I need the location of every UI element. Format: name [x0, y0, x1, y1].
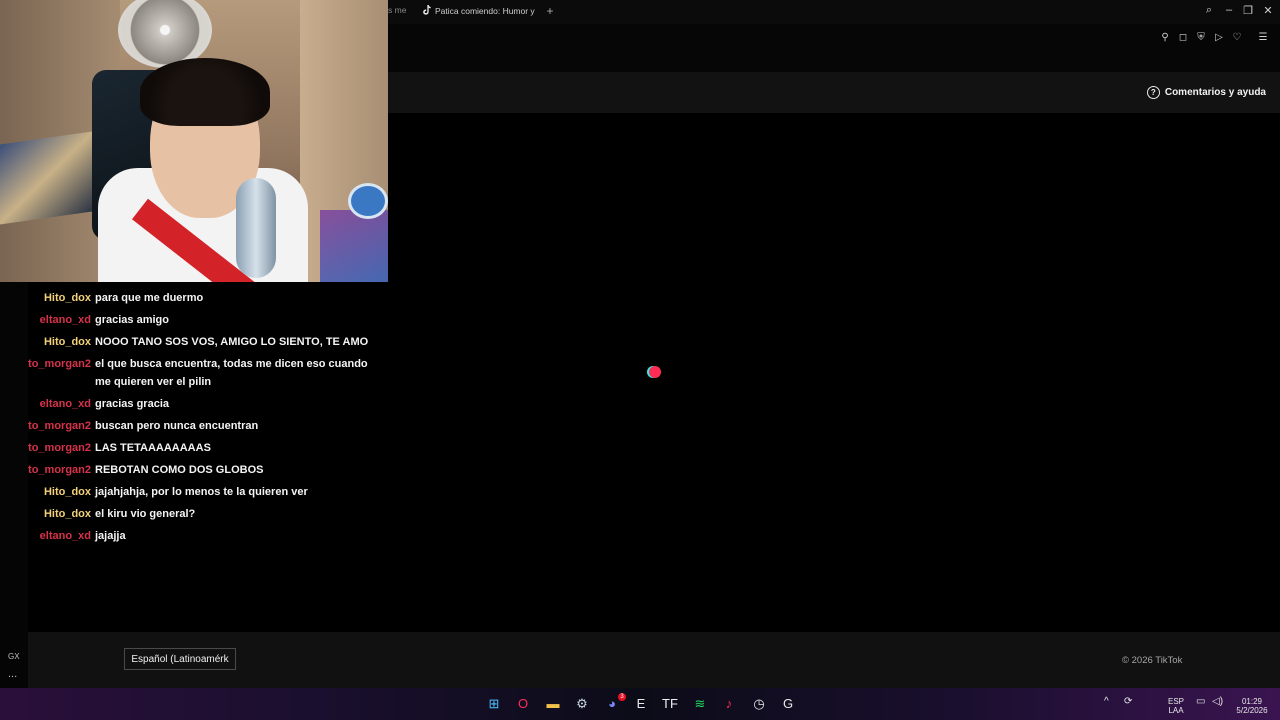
chat-text: gracias amigo [95, 314, 169, 326]
chevron-up-icon[interactable]: ^ [1104, 697, 1109, 707]
volume-icon[interactable]: ◁) [1212, 697, 1223, 707]
chat-username: Hito_dox [43, 292, 91, 304]
clock-app-icon[interactable]: ◷ [749, 694, 769, 714]
help-label: Comentarios y ayuda [1164, 87, 1266, 98]
restore-icon[interactable]: ❐ [1240, 4, 1256, 17]
chat-message: incuto_morgan2 el que busca encuentra, to… [0, 353, 388, 393]
close-icon[interactable]: ✕ [1260, 4, 1276, 17]
browser-tab-tiktok[interactable]: Patica comiendo: Humor y [422, 5, 537, 16]
tiktok-tab-icon [423, 5, 431, 15]
chat-message: Hito_dox para que me duermo [0, 287, 388, 309]
webcam-overlay [0, 0, 388, 282]
question-icon: ? [1146, 86, 1160, 99]
chat-overlay: Hito_dox para que me duermo eltano_xd graci… [0, 287, 388, 547]
chat-text: el que busca encuentra, todas me dicen e… [95, 358, 368, 388]
minimize-icon[interactable]: – [1221, 4, 1237, 16]
language-select[interactable]: Español (Latinoamérk [124, 648, 236, 670]
opera-gx-icon[interactable]: O [513, 694, 533, 714]
rgb-light [320, 210, 388, 282]
chat-username: eltano_xd [39, 398, 91, 410]
lang-top: ESP [1168, 697, 1185, 706]
tiktok-icon[interactable]: ♪ [719, 694, 739, 714]
microphone [236, 178, 276, 278]
clock[interactable]: 01:29 5/2/2026 [1232, 697, 1272, 715]
chat-username: Hito_dox [43, 486, 91, 498]
logitech-icon[interactable]: G [778, 694, 798, 714]
clock-date: 5/2/2026 [1236, 706, 1268, 715]
spotify-icon[interactable]: ≋ [690, 694, 710, 714]
chat-text: buscan pero nunca encuentran [95, 420, 259, 432]
search-icon[interactable]: ⌕ [1201, 4, 1217, 17]
chat-text: jajahjahja, por lo menos te la quieren v… [95, 486, 308, 498]
heart-icon[interactable]: ♡ [1230, 32, 1244, 43]
chat-message: eltano_xd gracias amigo [0, 309, 388, 331]
lang-bottom: LAA [1168, 706, 1184, 715]
pin-icon[interactable]: ⚲ [1158, 32, 1172, 43]
chat-text: para que me duermo [95, 292, 204, 304]
chat-text: jajajja [95, 530, 126, 542]
chat-message: Hito_dox NOOO TANO SOS VOS, AMIGO LO SIEN… [0, 331, 388, 353]
play-icon[interactable]: ▷ [1212, 32, 1226, 43]
loading-spinner-icon [649, 366, 661, 378]
more-options-icon[interactable]: ... [8, 668, 17, 680]
chat-text: REBOTAN COMO DOS GLOBOS [95, 464, 264, 476]
chat-message: incuto_morgan2 buscan pero nunca encuentr… [0, 415, 388, 437]
chat-username: Hito_dox [43, 508, 91, 520]
clock-time: 01:29 [1241, 697, 1263, 706]
chat-message: eltano_xd gracias gracia [0, 393, 388, 415]
chat-username: eltano_xd [39, 314, 91, 326]
chat-text: el kiru vio general? [95, 508, 196, 520]
plus-icon[interactable]: + [543, 4, 557, 18]
chat-message: eltano_xd jajajja [0, 525, 388, 547]
language-indicator[interactable]: ESP LAA [1168, 697, 1184, 715]
help-button[interactable]: ? Comentarios y ayuda [1146, 86, 1266, 99]
chat-text: NOOO TANO SOS VOS, AMIGO LO SIENTO, TE A… [95, 336, 369, 348]
sync-icon[interactable]: ⟳ [1124, 697, 1132, 707]
epic-games-icon[interactable]: E [631, 694, 651, 714]
chat-message: Hito_dox jajahjahja, por lo menos te la q… [0, 481, 388, 503]
file-explorer-icon[interactable]: ▬ [543, 694, 563, 714]
chat-message: incuto_morgan2 REBOTAN COMO DOS GLOBOS [0, 459, 388, 481]
steam-icon[interactable]: ⚙ [572, 694, 592, 714]
browser-sidebar [0, 282, 28, 688]
copyright-text: © 2026 TikTok [1122, 655, 1183, 666]
chat-message: Hito_dox el kiru vio general? [0, 503, 388, 525]
tf-icon[interactable]: TF [660, 694, 680, 714]
discord-badge: 3 [618, 693, 626, 701]
shield-icon[interactable]: ⛨ [1194, 32, 1208, 43]
chat-text: gracias gracia [95, 398, 169, 410]
gx-button[interactable]: GX [8, 652, 20, 661]
chat-message: incuto_morgan2 LAS TETAAAAAAAAS [0, 437, 388, 459]
streamer-hair [140, 58, 270, 126]
snapshot-icon[interactable]: ◻ [1176, 32, 1190, 43]
network-icon[interactable]: ▭ [1196, 697, 1205, 707]
menu-icon[interactable]: ☰ [1256, 32, 1270, 43]
chat-username: eltano_xd [39, 530, 91, 542]
chat-username: Hito_dox [43, 336, 91, 348]
windows-start-icon[interactable]: ⊞ [484, 694, 504, 714]
browser-tab[interactable]: s me [388, 5, 408, 15]
poster [0, 131, 92, 225]
tab-title: Patica comiendo: Humor y [435, 6, 535, 16]
pillow [348, 183, 388, 219]
chat-text: LAS TETAAAAAAAAS [95, 442, 211, 454]
